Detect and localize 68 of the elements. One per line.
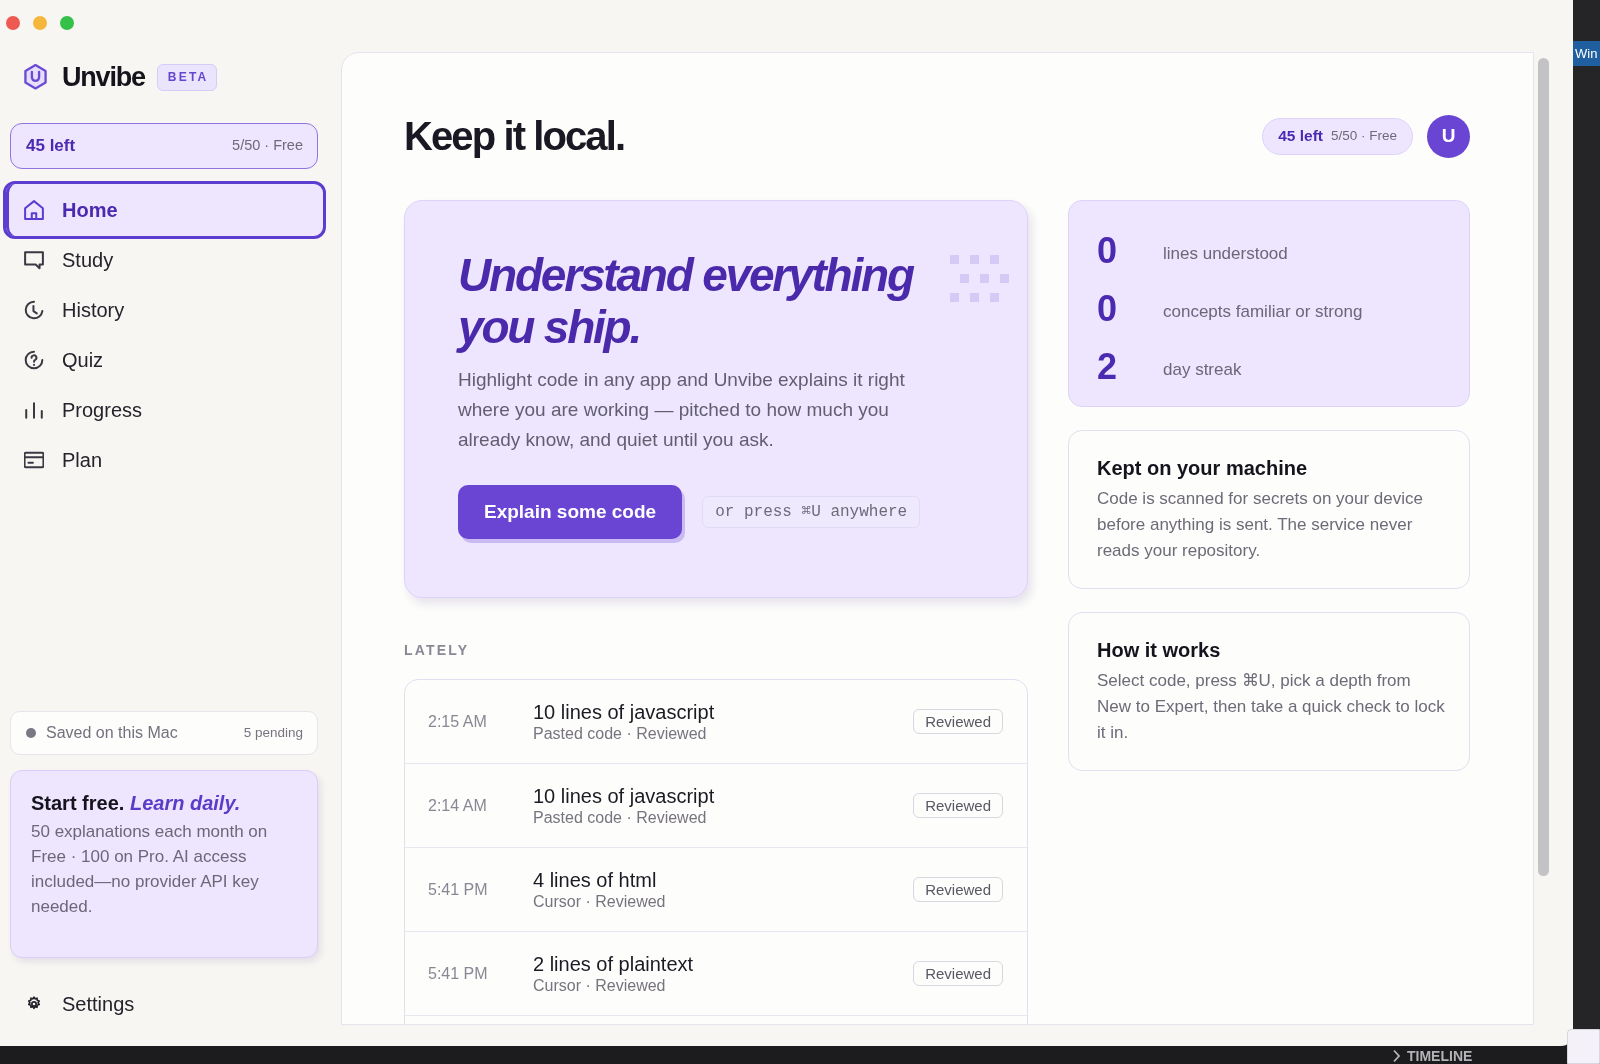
hero-title: Understand everything you ship. <box>458 249 915 353</box>
sync-status-text: Saved on this Mac <box>46 723 178 743</box>
row-title: 10 lines of javascript <box>533 783 715 808</box>
hero-text: Highlight code in any app and Unvibe explains it right where you are working — pitched to how much you already know, and quiet until you ask. <box>458 368 906 452</box>
nav-item[interactable]: Progress <box>3 385 326 435</box>
card-text: Code is scanned for secrets on your device before anything is sent. The service never reads your repository. <box>1097 488 1424 562</box>
hexagon-logo-icon <box>23 64 48 90</box>
row-title: 2 lines of plaintext <box>533 951 694 976</box>
status-dot-icon <box>26 728 36 738</box>
section-heading: LATELY <box>404 642 471 658</box>
home-icon <box>24 200 44 220</box>
status-badge: Reviewed <box>913 709 1003 734</box>
promo-title: Start free. Learn daily. <box>31 791 242 816</box>
nav-item[interactable]: History <box>3 285 326 335</box>
nav-item[interactable]: Quiz <box>3 335 326 385</box>
clock-icon <box>24 300 44 320</box>
status-badge: Reviewed <box>913 961 1003 986</box>
stat-value: 2 <box>1097 347 1119 387</box>
window-zoom-icon[interactable] <box>60 16 74 30</box>
question-circle-icon <box>24 350 44 370</box>
stat-value: 0 <box>1097 231 1119 271</box>
row-title: 10 lines of javascript <box>533 699 715 724</box>
row-subtitle: Pasted code · Reviewed <box>533 723 708 744</box>
editor-tab[interactable]: Win <box>1573 41 1600 66</box>
usage-detail: 5/50 · Free <box>1330 126 1397 145</box>
app-name: Unvibe <box>62 63 145 91</box>
chevron-right-icon <box>1392 1049 1401 1063</box>
window-close-icon[interactable] <box>6 16 20 30</box>
card-text: Select code, press ⌘U, pick a depth from New to Expert, then take a quick check to lock it in. <box>1097 670 1446 744</box>
nav-item[interactable]: Home <box>3 181 326 239</box>
stat-value: 0 <box>1097 289 1119 329</box>
shortcut-hint: or press ⌘U anywhere <box>702 496 921 528</box>
row-subtitle: Cursor · Reviewed <box>533 891 666 912</box>
window-minimize-icon[interactable] <box>33 16 47 30</box>
bar-chart-icon <box>24 400 44 420</box>
row-time: 2:14 AM <box>428 795 488 816</box>
usage-remaining: 45 left <box>1278 126 1323 147</box>
chat-bubble-icon <box>24 250 44 270</box>
card-title: Kept on your machine <box>1097 456 1309 480</box>
promo-text: 50 explanations each month on Free · 100 on Pro. AI access included—no provider API key needed. <box>31 821 269 918</box>
credit-card-icon <box>24 450 44 470</box>
settings-item[interactable]: Settings <box>10 982 318 1026</box>
pending-count: 5 pending <box>243 723 303 742</box>
stat-label: concepts familiar or strong <box>1163 301 1363 324</box>
stat-label: day streak <box>1163 359 1242 382</box>
stat-label: lines understood <box>1163 243 1288 266</box>
row-subtitle: Cursor · Reviewed <box>533 975 667 996</box>
usage-card[interactable]: 45 left 5/50 · Free <box>10 123 318 169</box>
scrollbar-thumb[interactable] <box>1538 58 1549 876</box>
beta-badge: BETA <box>156 63 218 91</box>
timeline-toggle[interactable]: TIMELINE <box>1392 1049 1473 1063</box>
status-badge: Reviewed <box>913 793 1003 818</box>
page-title: Keep it local. <box>404 114 625 158</box>
row-title: 4 lines of html <box>533 867 658 892</box>
row-time: 2:15 AM <box>428 711 488 732</box>
dot-pattern-icon <box>950 255 1009 302</box>
user-avatar[interactable]: U <box>1427 114 1470 158</box>
gear-icon <box>27 996 41 1012</box>
status-badge: Reviewed <box>913 877 1003 902</box>
row-time: 5:41 PM <box>428 963 489 984</box>
usage-remaining: 45 left <box>26 135 76 158</box>
nav-item[interactable]: Plan <box>3 435 326 485</box>
usage-pill[interactable]: 45 left 5/50 · Free <box>1262 117 1413 155</box>
row-time: 5:41 PM <box>428 879 489 900</box>
row-subtitle: Pasted code · Reviewed <box>533 807 708 828</box>
card-title: How it works <box>1097 638 1222 662</box>
usage-detail: 5/50 · Free <box>232 136 303 156</box>
window-thumbnail[interactable] <box>1567 1029 1600 1064</box>
